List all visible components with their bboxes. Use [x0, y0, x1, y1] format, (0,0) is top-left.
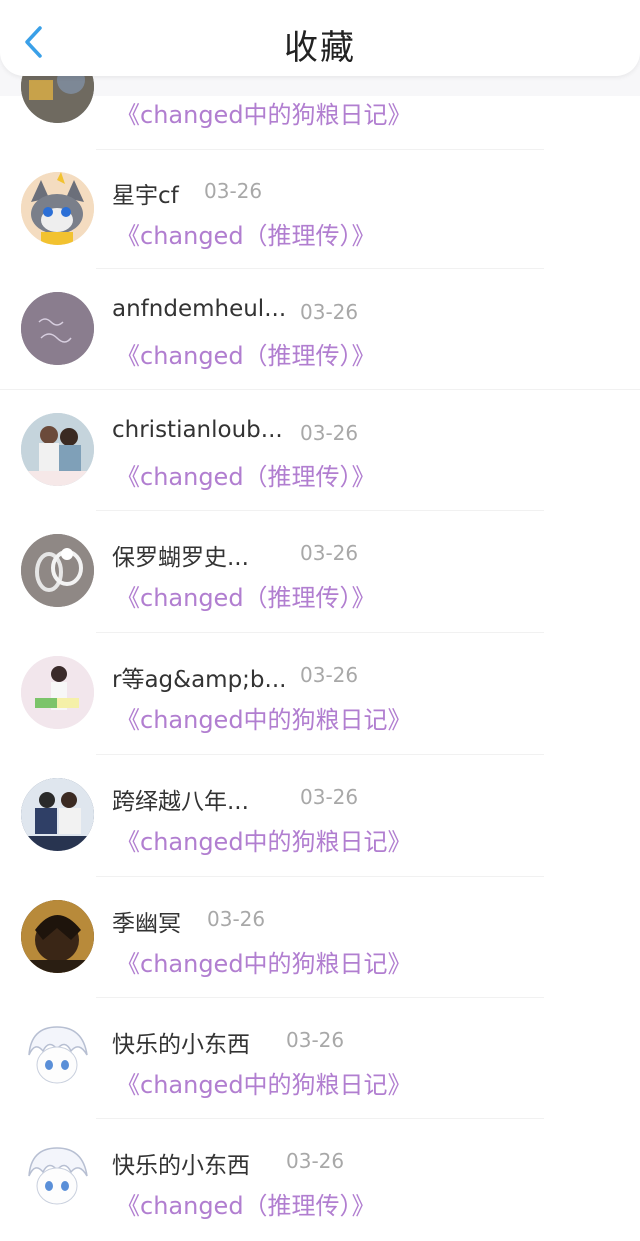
- date: 03-26: [207, 907, 266, 931]
- rings-avatar[interactable]: [21, 534, 94, 607]
- date: 03-26: [286, 1149, 345, 1173]
- date: 03-26: [300, 421, 359, 445]
- white-anime-avatar[interactable]: [21, 1142, 94, 1215]
- user-name[interactable]: r等ag&amp;b...: [112, 660, 286, 694]
- list-item[interactable]: anfndemheul... 03-26 《changed（推理传）》: [0, 270, 640, 391]
- divider: [96, 754, 544, 755]
- list-item[interactable]: r等ag&amp;b... 03-26 《changed中的狗粮日记》: [0, 634, 640, 755]
- user-name[interactable]: 保罗蝴罗史...: [112, 538, 249, 572]
- anime-boy-avatar[interactable]: [21, 900, 94, 973]
- avatar-image: [21, 1021, 94, 1094]
- divider: [96, 510, 544, 511]
- list-item[interactable]: 星宇cf 03-26 《changed（推理传）》: [0, 150, 640, 271]
- avatar-image: [21, 900, 94, 973]
- avatar-image: [21, 656, 94, 729]
- list-item[interactable]: 跨绎越八年... 03-26 《changed中的狗粮日记》: [0, 756, 640, 877]
- user-name[interactable]: anfndemheul...: [112, 296, 286, 322]
- user-name[interactable]: 快乐的小东西: [112, 1025, 250, 1059]
- book-title[interactable]: 《changed（推理传）》: [116, 216, 376, 251]
- book-title[interactable]: 《changed（推理传）》: [116, 336, 376, 371]
- avatar-image: [21, 413, 94, 486]
- book-title[interactable]: 《changed（推理传）》: [116, 457, 376, 492]
- divider: [96, 997, 544, 998]
- list-item[interactable]: 季幽冥 03-26 《changed中的狗粮日记》: [0, 878, 640, 999]
- book-title[interactable]: 《changed中的狗粮日记》: [116, 95, 412, 130]
- book-title[interactable]: 《changed中的狗粮日记》: [116, 700, 412, 735]
- white-anime-avatar[interactable]: [21, 1021, 94, 1094]
- book-title[interactable]: 《changed中的狗粮日记》: [116, 822, 412, 857]
- user-name[interactable]: 星宇cf: [112, 176, 179, 210]
- list-item[interactable]: 快乐的小东西 03-26 《changed中的狗粮日记》: [0, 999, 640, 1120]
- divider: [96, 1118, 544, 1119]
- list-item[interactable]: 保罗蝴罗史... 03-26 《changed（推理传）》: [0, 512, 640, 633]
- header-bar: 收藏: [0, 0, 640, 76]
- book-title[interactable]: 《changed（推理传）》: [116, 578, 376, 613]
- date: 03-26: [300, 300, 359, 324]
- favorites-list: 《changed中的狗粮日记》 星宇cf 03-26 《changed（推理传）…: [0, 0, 640, 1236]
- date: 03-26: [300, 785, 359, 809]
- user-name[interactable]: 季幽冥: [112, 904, 181, 938]
- couple-photo-avatar[interactable]: [21, 413, 94, 486]
- avatar-image: [21, 778, 94, 851]
- date: 03-26: [300, 541, 359, 565]
- book-title[interactable]: 《changed（推理传）》: [116, 1186, 376, 1221]
- list-item[interactable]: christianloub... 03-26 《changed（推理传）》: [0, 391, 640, 512]
- list-item[interactable]: 快乐的小东西 03-26 《changed（推理传）》: [0, 1120, 640, 1241]
- book-title[interactable]: 《changed中的狗粮日记》: [116, 1065, 412, 1100]
- date: 03-26: [286, 1028, 345, 1052]
- avatar-image: [21, 292, 94, 365]
- user-name[interactable]: christianloub...: [112, 417, 283, 443]
- date: 03-26: [204, 179, 263, 203]
- couple-sitting-avatar[interactable]: [21, 778, 94, 851]
- avatar-image: [21, 172, 94, 245]
- user-name[interactable]: 跨绎越八年...: [112, 782, 249, 816]
- book-title[interactable]: 《changed中的狗粮日记》: [116, 944, 412, 979]
- divider: [96, 268, 544, 269]
- divider: [96, 876, 544, 877]
- avatar-image: [21, 1142, 94, 1215]
- divider: [96, 632, 544, 633]
- page-title: 收藏: [284, 28, 356, 68]
- purple-text-avatar[interactable]: [21, 292, 94, 365]
- date: 03-26: [300, 663, 359, 687]
- avatar-image: [21, 534, 94, 607]
- divider: [0, 389, 640, 390]
- user-name[interactable]: 快乐的小东西: [112, 1146, 250, 1180]
- cartoon-cat-avatar[interactable]: [21, 172, 94, 245]
- girl-photo-avatar[interactable]: [21, 656, 94, 729]
